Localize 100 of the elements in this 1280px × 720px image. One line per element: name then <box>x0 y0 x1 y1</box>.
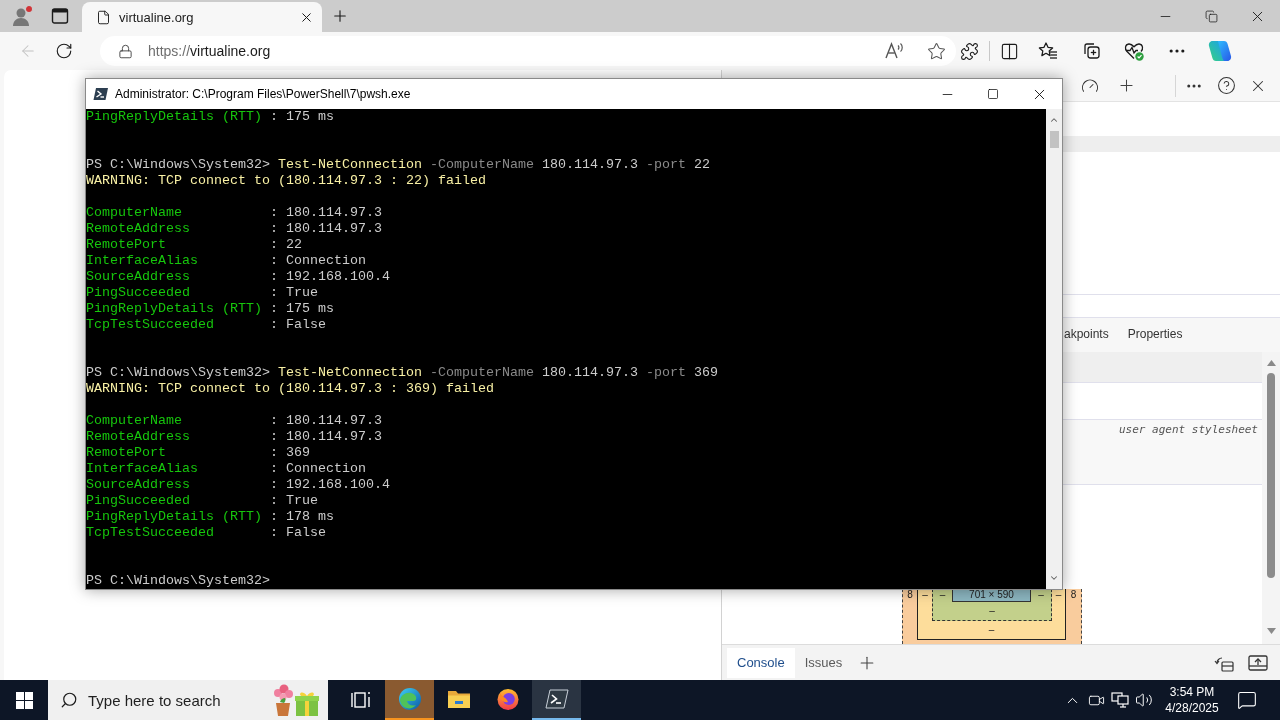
property-name: SourceAddress <box>86 477 190 493</box>
folder-icon <box>446 688 471 710</box>
window-title: Administrator: C:\Program Files\PowerShell\7\pwsh.exe <box>115 87 411 101</box>
border-left-value: ‒ <box>922 589 928 601</box>
property-value: : 180.114.97.3 <box>270 429 382 445</box>
refresh-icon[interactable] <box>55 42 73 60</box>
clock-button[interactable]: 3:54 PM 4/28/2025 <box>1160 680 1224 720</box>
split-screen-icon[interactable] <box>1000 41 1019 61</box>
property-name: PingSucceeded <box>86 493 190 509</box>
favorites-star-list-icon[interactable] <box>1038 41 1058 61</box>
property-value: : False <box>270 317 326 333</box>
style-source-text: user agent stylesheet <box>1118 423 1258 437</box>
padding-right-value: ‒ <box>1038 589 1044 601</box>
property-value: : Connection <box>270 461 366 477</box>
property-value: : 180.114.97.3 <box>270 205 382 221</box>
vertical-tabs-icon[interactable] <box>51 7 69 25</box>
scroll-down-arrow-icon[interactable] <box>1266 628 1276 634</box>
property-value: : 180.114.97.3 <box>270 413 382 429</box>
property-value: : True <box>270 285 318 301</box>
parameter-value: 180.114.97.3 <box>541 365 638 381</box>
favorite-star-icon[interactable] <box>927 41 946 61</box>
maximize-icon[interactable] <box>987 88 999 100</box>
margin-left-value: 8 <box>907 589 913 601</box>
profile-avatar-icon[interactable] <box>10 4 34 28</box>
property-name: InterfaceAlias <box>86 461 198 477</box>
parameter-value: 180.114.97.3 <box>541 157 638 173</box>
parameter-name: -port <box>645 157 686 173</box>
warning-text: WARNING: TCP connect to (180.114.97.3 : 22) failed <box>86 173 486 189</box>
restore-icon[interactable] <box>1204 9 1218 23</box>
parameter-value: 369 <box>693 365 718 381</box>
edge-logo-icon <box>397 687 422 711</box>
network-icon[interactable] <box>1111 692 1129 708</box>
property-name: RemoteAddress <box>86 429 190 445</box>
property-value: : False <box>270 525 326 541</box>
notifications-icon[interactable] <box>1237 690 1257 710</box>
heart-pulse-check-icon[interactable] <box>1123 40 1145 62</box>
parameter-value: 22 <box>693 157 710 173</box>
browser-tab[interactable]: virtualine.org <box>82 2 322 32</box>
copilot-logo-icon[interactable] <box>1208 39 1232 63</box>
property-name: PingSucceeded <box>86 285 190 301</box>
command-name: Test-NetConnection <box>277 157 422 173</box>
windows-logo-icon[interactable] <box>15 691 33 709</box>
property-name: TcpTestSucceeded <box>86 317 214 333</box>
address-bar[interactable]: https://virtualine.org <box>100 36 956 66</box>
property-value: : 178 ms <box>270 509 334 525</box>
property-value: : 175 ms <box>270 301 334 317</box>
property-value: : 192.168.100.4 <box>270 269 390 285</box>
gauge-icon[interactable] <box>1081 76 1099 95</box>
property-value: : True <box>270 493 318 509</box>
drawer-tab[interactable]: Console <box>727 647 795 678</box>
command-name: Test-NetConnection <box>277 365 422 381</box>
property-value: : 180.114.97.3 <box>270 221 382 237</box>
prompt-text: PS C:\Windows\System32> <box>86 157 270 173</box>
prompt-text: PS C:\Windows\System32> <box>86 573 270 589</box>
scroll-up-arrow-icon[interactable] <box>1266 360 1276 366</box>
border-bottom-value: ‒ <box>988 624 995 636</box>
property-name: RemotePort <box>86 445 166 461</box>
warning-text: WARNING: TCP connect to (180.114.97.3 : 369) failed <box>86 381 494 397</box>
search-icon <box>60 691 78 709</box>
property-name: RemotePort <box>86 237 166 253</box>
powershell-icon <box>93 86 109 102</box>
property-value: : Connection <box>270 253 366 269</box>
property-name: ComputerName <box>86 413 182 429</box>
terminal-icon <box>544 688 569 710</box>
taskbar-app-button[interactable] <box>532 680 581 720</box>
extensions-icon[interactable] <box>960 41 979 61</box>
help-icon[interactable] <box>1216 76 1236 95</box>
firefox-logo-icon <box>495 687 520 711</box>
lock-icon[interactable] <box>118 43 133 59</box>
property-value: : 175 ms <box>270 109 334 125</box>
prompt-text: PS C:\Windows\System32> <box>86 365 270 381</box>
property-value: : 192.168.100.4 <box>270 477 390 493</box>
property-name: PingReplyDetails (RTT) <box>86 509 262 525</box>
drawer-tab[interactable]: Issues <box>794 647 853 678</box>
padding-bottom-value: ‒ <box>989 605 995 617</box>
collections-icon[interactable] <box>1081 41 1101 61</box>
property-name: InterfaceAlias <box>86 253 198 269</box>
task-view-icon[interactable] <box>350 691 371 709</box>
property-name: PingReplyDetails (RTT) <box>86 109 262 125</box>
parameter-name: -ComputerName <box>429 157 534 173</box>
scrollbar-thumb[interactable] <box>1049 131 1059 148</box>
panel-tab[interactable]: akpoints <box>1064 325 1109 345</box>
search-box[interactable]: Type here to search <box>48 680 328 720</box>
padding-left-value: ‒ <box>939 589 946 601</box>
property-name: ComputerName <box>86 205 182 221</box>
read-aloud-icon[interactable] <box>885 42 905 60</box>
property-name: SourceAddress <box>86 269 190 285</box>
property-name: TcpTestSucceeded <box>86 525 214 541</box>
panel-tab[interactable]: Properties <box>1127 325 1183 345</box>
parameter-name: -port <box>645 365 686 381</box>
border-right-value: ‒ <box>1055 589 1062 601</box>
property-name: PingReplyDetails (RTT) <box>86 301 262 317</box>
margin-right-value: 8 <box>1070 589 1077 601</box>
scrollbar-thumb[interactable] <box>1267 373 1275 578</box>
new-tab-icon[interactable] <box>331 7 349 25</box>
property-value: : 22 <box>270 237 302 253</box>
property-value: : 369 <box>270 445 310 461</box>
volume-icon[interactable] <box>1135 691 1153 709</box>
parameter-name: -ComputerName <box>429 365 534 381</box>
page-icon <box>96 9 111 25</box>
